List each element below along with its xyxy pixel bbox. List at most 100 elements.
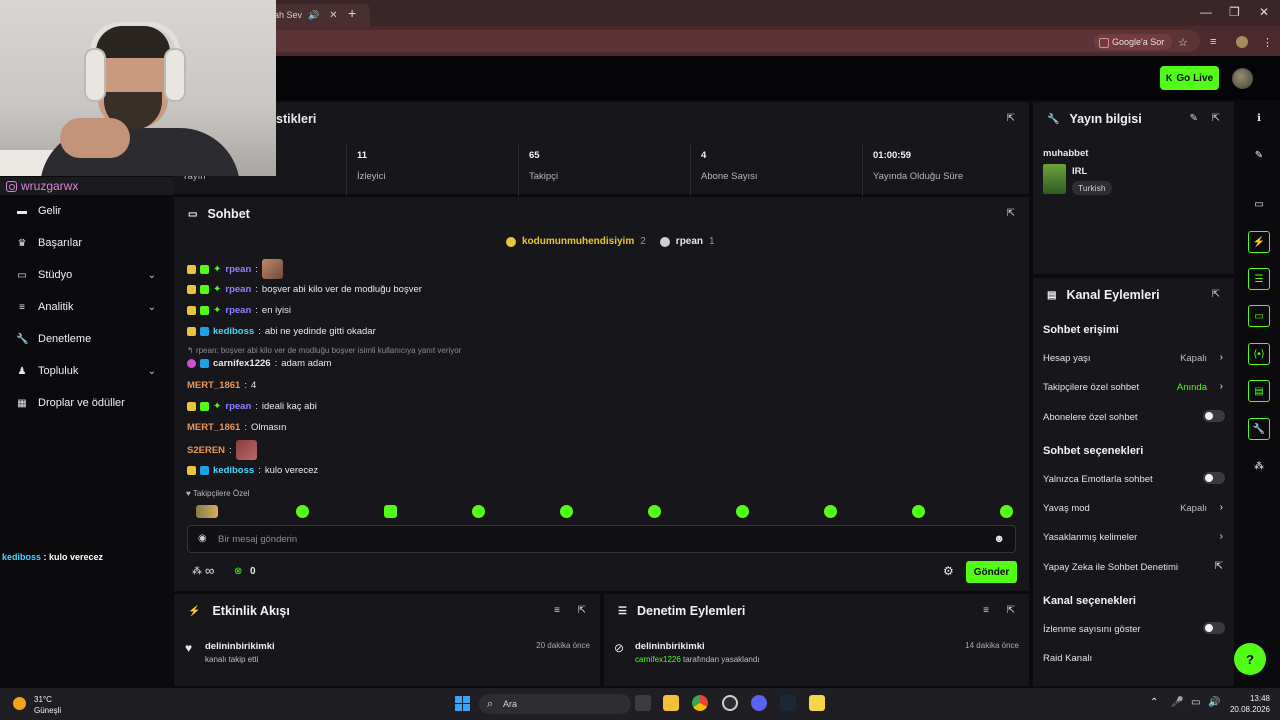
sidebar-item-analitik[interactable]: ≡ Analitik ⌄: [0, 291, 172, 323]
chat-username[interactable]: S2EREN: [187, 445, 225, 456]
category-thumbnail[interactable]: [1043, 164, 1066, 194]
users-icon[interactable]: ⁂: [1248, 455, 1270, 477]
app-icon[interactable]: [722, 695, 738, 711]
chat-message[interactable]: MERT_1861: Olmasın: [187, 422, 286, 433]
raid-row[interactable]: Raid Kanalı: [1043, 653, 1225, 664]
activity-user[interactable]: delininbirikimki: [205, 641, 275, 652]
chat-username[interactable]: kediboss: [213, 326, 254, 337]
account-age-row[interactable]: Hesap yaşı Kapalı ›: [1043, 352, 1225, 364]
task-view-icon[interactable]: [635, 695, 651, 711]
edit-icon[interactable]: ✎: [1190, 113, 1198, 124]
go-live-button[interactable]: K Go Live: [1160, 66, 1219, 90]
studio-icon[interactable]: ▭: [1248, 193, 1270, 215]
sidebar-item-denetleme[interactable]: 🔧 Denetleme: [0, 323, 172, 355]
microphone-icon[interactable]: 🎤: [1171, 697, 1183, 708]
menu-kebab-icon[interactable]: ⋮: [1262, 36, 1273, 49]
chat-message[interactable]: ✦ rpean: en iyisi: [187, 305, 291, 316]
minimize-icon[interactable]: —: [1200, 5, 1212, 19]
chat-users-icon[interactable]: ⁂: [192, 566, 202, 577]
emote-button[interactable]: [560, 505, 573, 518]
moderation-item[interactable]: delininbirikimki carnifex1226 tarafından…: [635, 641, 760, 664]
emote-button[interactable]: [296, 505, 309, 518]
filter-icon[interactable]: ≡: [554, 605, 560, 616]
chat-settings-icon[interactable]: ⚙: [943, 564, 954, 578]
close-tab-icon[interactable]: ✕: [329, 10, 337, 21]
actions-icon[interactable]: ▤: [1248, 380, 1270, 402]
sidebar-item-topluluk[interactable]: ♟ Topluluk ⌄: [0, 355, 172, 387]
send-button[interactable]: Gönder: [966, 561, 1017, 583]
maximize-icon[interactable]: ❐: [1229, 5, 1240, 19]
chat-message[interactable]: ✦ rpean: ideali kaç abi: [187, 401, 317, 412]
chat-message[interactable]: carnifex1226: adam adam: [187, 358, 331, 369]
chat-username[interactable]: MERT_1861: [187, 380, 240, 391]
sidebar-item-droplar[interactable]: ▦ Droplar ve ödüller: [0, 387, 172, 419]
network-icon[interactable]: ▭: [1191, 697, 1200, 708]
weather-widget[interactable]: 31°C Güneşli: [34, 694, 61, 716]
emote-button[interactable]: [648, 505, 661, 518]
chat-username[interactable]: kediboss: [213, 465, 254, 476]
help-button[interactable]: ?: [1234, 643, 1266, 675]
chat-message[interactable]: ✦ rpean:: [187, 259, 283, 279]
pinned-user[interactable]: rpean: [676, 236, 703, 247]
sidebar-item-studyo[interactable]: ▭ Stüdyo ⌄: [0, 259, 172, 291]
file-explorer-icon[interactable]: [663, 695, 679, 711]
windows-start-icon[interactable]: [455, 696, 470, 711]
new-tab-icon[interactable]: +: [348, 5, 356, 21]
steam-icon[interactable]: [780, 695, 796, 711]
emote-button[interactable]: [736, 505, 749, 518]
popout-icon[interactable]: ⇱: [1212, 113, 1220, 124]
chat-username[interactable]: carnifex1226: [213, 358, 271, 369]
taskbar-clock[interactable]: 13:48 20.08.2026: [1228, 693, 1270, 715]
chat-input[interactable]: ◉ Bir mesaj gönderin ☻: [187, 525, 1016, 553]
slow-mode-row[interactable]: Yavaş mod Kapalı ›: [1043, 502, 1225, 514]
reading-list-icon[interactable]: ≡: [1210, 36, 1216, 48]
chat-message[interactable]: MERT_1861: 4: [187, 380, 256, 391]
chrome-icon[interactable]: [692, 695, 708, 711]
user-avatar[interactable]: [1232, 68, 1253, 89]
popout-icon[interactable]: ⇱: [1007, 605, 1015, 616]
volume-icon[interactable]: 🔊: [1208, 697, 1220, 708]
profile-icon[interactable]: [1236, 36, 1248, 48]
close-window-icon[interactable]: ✕: [1259, 5, 1269, 19]
chat-username[interactable]: MERT_1861: [187, 422, 240, 433]
emoji-icon[interactable]: ☻: [993, 533, 1005, 545]
emote-button[interactable]: [384, 505, 397, 518]
popout-icon[interactable]: ⇱: [1007, 113, 1015, 124]
chat-icon[interactable]: ▭: [1248, 305, 1270, 327]
address-bar[interactable]: [200, 30, 1200, 52]
popout-icon[interactable]: ⇱: [1212, 289, 1220, 300]
chat-message[interactable]: kediboss: abi ne yedinde gitti okadar: [187, 326, 376, 337]
lightning-icon[interactable]: ⚡: [1248, 231, 1270, 253]
chat-message[interactable]: ✦ rpean: boşver abi kilo ver de modluğu …: [187, 284, 422, 295]
stream-category[interactable]: IRL: [1072, 166, 1087, 177]
discord-icon[interactable]: [751, 695, 767, 711]
sidebar-item-gelir[interactable]: ▬ Gelir: [0, 195, 172, 227]
chat-username[interactable]: rpean: [225, 264, 251, 275]
emote-only-toggle[interactable]: [1203, 472, 1225, 484]
speaker-icon[interactable]: 🔊: [308, 10, 319, 21]
activity-item[interactable]: delininbirikimki kanalı takip etti: [205, 641, 275, 664]
broadcast-icon[interactable]: ⟨•⟩: [1248, 343, 1270, 365]
emote-button[interactable]: [196, 505, 218, 518]
edit-icon[interactable]: ✎: [1248, 144, 1270, 166]
popout-icon[interactable]: ⇱: [1007, 208, 1015, 219]
bookmark-star-icon[interactable]: ☆: [1178, 36, 1188, 49]
followers-chat-row[interactable]: Takipçilere özel sohbet Anında ›: [1043, 381, 1225, 393]
google-ask-button[interactable]: Google'a Sor: [1094, 34, 1173, 50]
emote-button[interactable]: [1000, 505, 1013, 518]
tray-chevron-icon[interactable]: ⌃: [1150, 697, 1158, 708]
info-icon[interactable]: ℹ: [1248, 107, 1270, 129]
ai-moderation-row[interactable]: Yapay Zeka ile Sohbet Denetimi ⇱: [1043, 561, 1225, 573]
emote-button[interactable]: [472, 505, 485, 518]
subscribers-chat-toggle[interactable]: [1203, 410, 1225, 422]
list-icon[interactable]: ☰: [1248, 268, 1270, 290]
chat-message[interactable]: kediboss: kulo verecez: [187, 465, 318, 476]
moderator-name[interactable]: carnifex1226: [635, 655, 681, 664]
app-icon[interactable]: [809, 695, 825, 711]
taskbar-search[interactable]: Ara: [479, 694, 631, 714]
chat-username[interactable]: rpean: [225, 284, 251, 295]
pinned-user[interactable]: kodumunmuhendisiyim: [522, 236, 634, 247]
wrench-icon[interactable]: 🔧: [1248, 418, 1270, 440]
chat-message[interactable]: S2EREN:: [187, 440, 257, 460]
channel-points-icon[interactable]: ⊗: [234, 566, 242, 577]
